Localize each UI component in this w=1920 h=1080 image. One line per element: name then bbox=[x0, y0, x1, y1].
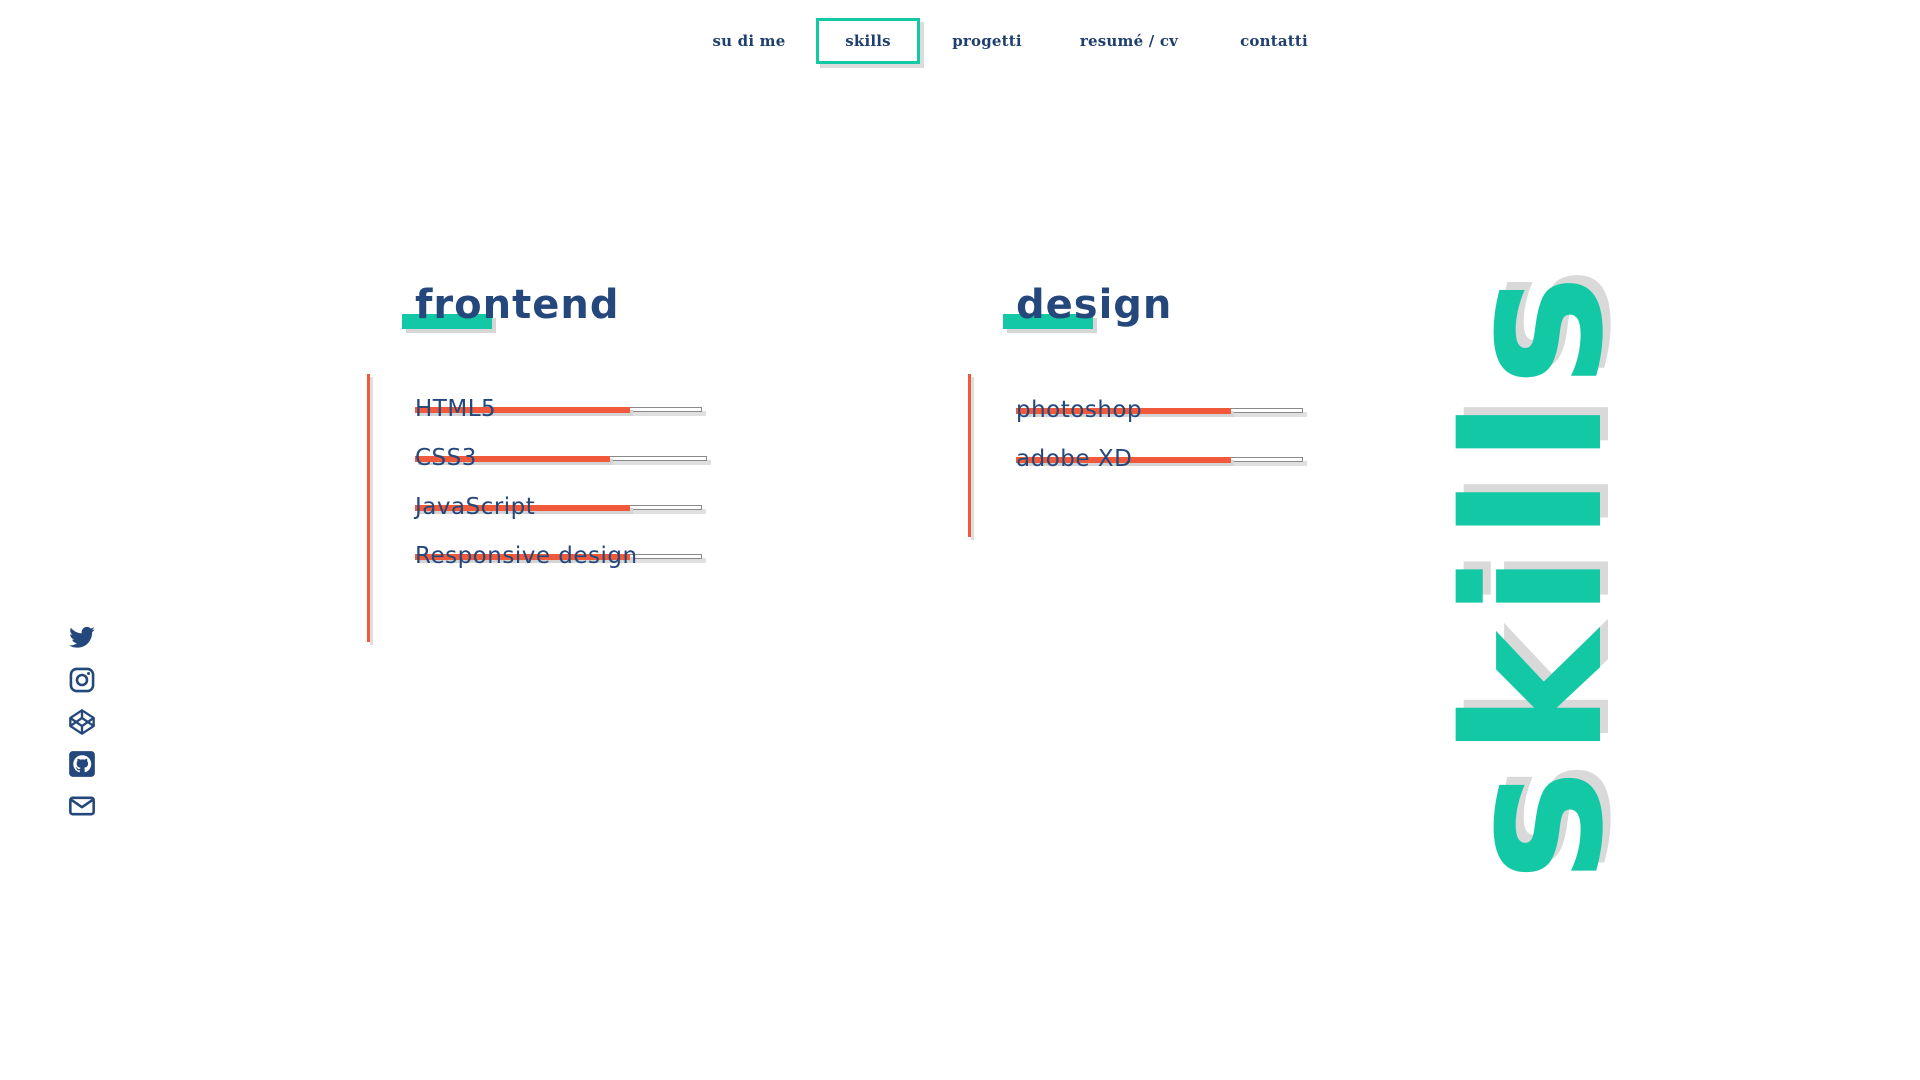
design-title: design bbox=[1016, 282, 1173, 328]
nav-link-su-di-me[interactable]: su di me bbox=[684, 18, 814, 64]
frontend-title: frontend bbox=[415, 282, 620, 328]
main-nav: su di me skills progetti resumé / cv con… bbox=[684, 18, 1344, 64]
skill-photoshop: photoshop bbox=[1016, 395, 1346, 444]
skill-name: adobe XD bbox=[1016, 446, 1133, 472]
skill-name: photoshop bbox=[1016, 397, 1143, 423]
github-icon[interactable] bbox=[68, 750, 96, 778]
skill-css3: CSS3 bbox=[415, 443, 745, 492]
skill-name: JavaScript bbox=[415, 494, 536, 520]
codepen-icon[interactable] bbox=[68, 708, 96, 736]
twitter-icon[interactable] bbox=[68, 624, 96, 652]
nav-link-progetti[interactable]: progetti bbox=[920, 18, 1054, 64]
skill-name: CSS3 bbox=[415, 445, 477, 471]
section-watermark-text: skills bbox=[1424, 262, 1645, 882]
skill-responsive-design: Responsive design bbox=[415, 541, 745, 590]
nav-link-contatti[interactable]: contatti bbox=[1204, 18, 1344, 64]
social-links bbox=[68, 624, 96, 834]
section-divider bbox=[968, 374, 971, 537]
instagram-icon[interactable] bbox=[68, 666, 96, 694]
skill-name: HTML5 bbox=[415, 396, 497, 422]
skill-name: Responsive design bbox=[415, 543, 638, 569]
section-divider bbox=[367, 374, 370, 642]
skill-javascript: JavaScript bbox=[415, 492, 745, 541]
mail-icon[interactable] bbox=[68, 792, 96, 820]
nav-link-resume-cv[interactable]: resumé / cv bbox=[1054, 18, 1204, 64]
skill-adobe-xd: adobe XD bbox=[1016, 444, 1346, 493]
skill-html5: HTML5 bbox=[415, 394, 745, 443]
nav-link-skills[interactable]: skills bbox=[816, 18, 920, 64]
